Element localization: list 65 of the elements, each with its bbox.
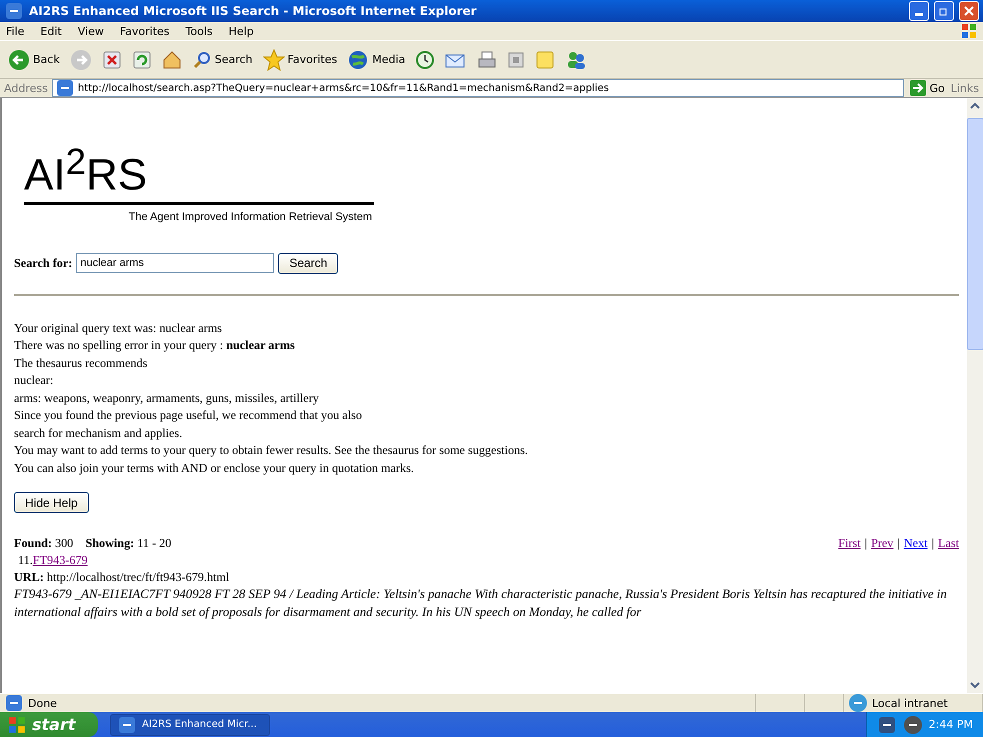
search-label: Search for: bbox=[14, 256, 72, 271]
stop-icon bbox=[102, 50, 122, 70]
menu-item[interactable]: View bbox=[78, 24, 104, 38]
start-button[interactable]: start bbox=[0, 712, 98, 737]
help-text: Since you found the previous page useful, we recommend that you also bbox=[14, 407, 363, 424]
window-title: AI2RS Enhanced Microsoft IIS Search - Microsoft Internet Explorer bbox=[29, 4, 478, 18]
close-button[interactable] bbox=[959, 1, 979, 21]
result-count: Found: 300 Showing: 11 - 20 bbox=[14, 535, 172, 552]
menu-item[interactable]: Tools bbox=[186, 24, 213, 38]
separator: | bbox=[932, 536, 934, 550]
taskbar-button[interactable]: AI2RS Enhanced Micr... bbox=[110, 714, 270, 736]
search-field[interactable]: nuclear arms bbox=[76, 253, 274, 274]
help-text: You may want to add terms to your query to obtain fewer results. See the thesaurus for some suggestions. bbox=[14, 442, 529, 460]
back-button[interactable]: Back bbox=[6, 48, 62, 70]
help-text: arms: weapons, weaponry, armaments, guns, missiles, artillery bbox=[14, 390, 320, 407]
go-arrow-icon bbox=[910, 80, 926, 96]
printer-icon bbox=[477, 50, 498, 70]
help-text: The thesaurus recommends bbox=[14, 354, 148, 372]
search-button[interactable]: Search bbox=[278, 252, 338, 274]
scrollbar-thumb[interactable] bbox=[967, 118, 983, 350]
result-snippet: FT943-679 _AN-EI1EIAC7FT 940928 FT 28 SEP 94 / Leading Article: Yeltsin's panache With characteristic panache, Russia's President Boris Yeltsin has recaptured the initiative in international affairs with a bold set of proposals for disarmament and security. In his UN speech on Monday, he called for bbox=[14, 586, 948, 621]
result-link[interactable]: FT943-679 bbox=[32, 553, 88, 568]
media-button[interactable]: Media bbox=[345, 48, 408, 70]
clock-icon bbox=[415, 50, 436, 70]
windows-logo-icon bbox=[8, 716, 26, 734]
search-icon bbox=[192, 50, 212, 70]
separator: | bbox=[864, 536, 868, 550]
pager-link[interactable]: Prev bbox=[871, 536, 894, 550]
menu-item[interactable]: File bbox=[6, 24, 24, 38]
links-label[interactable]: Links bbox=[950, 82, 979, 94]
close-icon bbox=[964, 6, 974, 16]
pager-link[interactable]: Last bbox=[938, 536, 959, 550]
go-button[interactable]: Go bbox=[908, 80, 947, 96]
help-text: nuclear: bbox=[14, 372, 54, 390]
people-icon bbox=[565, 50, 588, 70]
favorites-button[interactable]: Favorites bbox=[260, 48, 340, 70]
hide-help-button[interactable]: Hide Help bbox=[14, 492, 89, 514]
pager-link[interactable]: First bbox=[838, 536, 861, 550]
tagline: The Agent Improved Information Retrieval System bbox=[128, 210, 372, 223]
help-text: You can also join your terms with AND or enclose your query in quotation marks. bbox=[14, 460, 415, 477]
minimize-icon bbox=[915, 12, 923, 16]
home-icon bbox=[162, 50, 182, 70]
clock: 2:44 PM bbox=[928, 718, 973, 731]
result-number: 11. bbox=[18, 553, 33, 568]
windows-logo-icon bbox=[961, 23, 977, 39]
help-text: Your original query text was: nuclear arms bbox=[14, 320, 223, 337]
menu-item[interactable]: Favorites bbox=[120, 24, 170, 38]
minimize-button[interactable] bbox=[909, 1, 929, 21]
logo: AI$^{2}$RS bbox=[24, 140, 148, 200]
menu-item[interactable]: Help bbox=[228, 24, 254, 38]
pager-link[interactable]: Next bbox=[904, 536, 928, 550]
star-icon bbox=[262, 48, 285, 70]
document-icon bbox=[507, 50, 526, 68]
result-url: URL: http://localhost/trec/ft/ft943-679.html bbox=[14, 569, 230, 586]
address-label: Address bbox=[4, 82, 48, 94]
help-text: search for mechanism and applies. bbox=[14, 424, 184, 442]
help-text: There was no spelling error in your query : nuclear arms bbox=[14, 337, 296, 354]
note-icon bbox=[535, 50, 556, 70]
restore-button[interactable] bbox=[934, 1, 954, 21]
search-button[interactable]: Search bbox=[190, 50, 255, 70]
address-field[interactable]: http://localhost/search.asp?TheQuery=nuclear+arms&rc=10&fr=11&Rand1=mechanism&Rand2=applies bbox=[52, 79, 904, 97]
refresh-icon bbox=[132, 50, 152, 70]
menu-item[interactable]: Edit bbox=[40, 24, 62, 38]
restore-icon bbox=[939, 6, 949, 16]
separator: | bbox=[897, 536, 900, 550]
